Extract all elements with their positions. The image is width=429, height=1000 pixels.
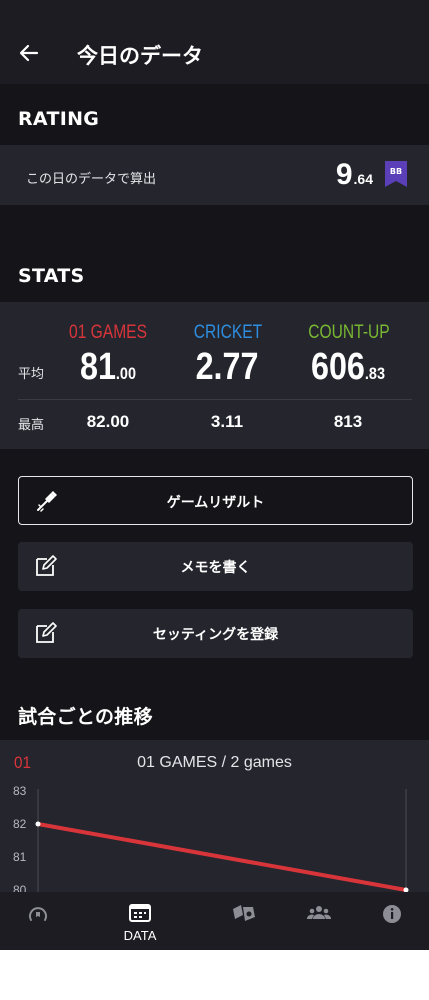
nav-data-label: DATA bbox=[123, 928, 157, 943]
y-tick-label: 83 bbox=[13, 784, 27, 798]
avg-dec-01-games: .00 bbox=[115, 364, 137, 383]
max-value-cricket: 3.11 bbox=[210, 412, 244, 431]
data-calendar-icon bbox=[129, 904, 151, 922]
rating-section-title: RATING bbox=[18, 108, 100, 130]
flag-badge: BB bbox=[385, 161, 407, 187]
game-result-label: ゲームリザルト bbox=[166, 495, 265, 511]
write-memo-button[interactable]: メモを書く bbox=[18, 542, 413, 591]
avg-int-cricket: 2.77 bbox=[195, 346, 259, 388]
rating-value: 9.64 bbox=[336, 158, 373, 192]
nav-award[interactable] bbox=[207, 892, 277, 950]
stats-header-count-up: COUNT-UP bbox=[308, 322, 390, 343]
chart-title: 01 GAMES / 2 games bbox=[137, 754, 292, 771]
y-tick-label: 80 bbox=[13, 883, 27, 892]
stats-header-01-games: 01 GAMES bbox=[69, 322, 147, 343]
rating-gauge-icon bbox=[29, 907, 47, 921]
award-icon bbox=[233, 905, 255, 921]
stats-section-title: STATS bbox=[18, 265, 85, 287]
rating-label: この日のデータで算出 bbox=[26, 172, 157, 187]
app-header: 今日のデータ bbox=[0, 0, 429, 84]
friends-icon bbox=[307, 906, 331, 919]
info-icon bbox=[383, 905, 401, 923]
avg-int-count-up: 606 bbox=[310, 346, 365, 388]
avg-value-01-games: 81.00 bbox=[53, 346, 164, 389]
register-setting-label: セッティングを登録 bbox=[152, 627, 279, 643]
flag-label: BB bbox=[389, 167, 403, 176]
series-line bbox=[37, 822, 407, 892]
avg-dec-count-up: .83 bbox=[364, 364, 385, 383]
stats-panel: 01 GAMES CRICKET COUNT-UP 平均 81.00 2.77 … bbox=[0, 302, 429, 449]
avg-int-01-games: 81 bbox=[79, 346, 116, 388]
trend-chart-panel: 83 82 81 80 01 01 GAMES / 2 games bbox=[0, 740, 429, 892]
bottom-nav: DATA bbox=[0, 892, 429, 950]
avg-row-label: 平均 bbox=[18, 367, 45, 382]
rating-row: この日のデータで算出 9.64 BB bbox=[0, 145, 429, 205]
avg-value-cricket: 2.77 bbox=[172, 346, 283, 389]
back-arrow-icon[interactable] bbox=[18, 42, 40, 64]
register-setting-button[interactable]: セッティングを登録 bbox=[18, 609, 413, 658]
nav-rating[interactable] bbox=[3, 892, 73, 950]
trend-section-title: 試合ごとの推移 bbox=[18, 706, 153, 728]
y-tick-label: 81 bbox=[13, 850, 27, 864]
game-result-button[interactable]: ゲームリザルト bbox=[18, 476, 413, 525]
stats-header-cricket: CRICKET bbox=[193, 322, 263, 343]
max-value-01-games: 82.00 bbox=[86, 412, 130, 431]
write-memo-label: メモを書く bbox=[180, 560, 251, 576]
max-row-label: 最高 bbox=[18, 418, 45, 433]
app-screen: 今日のデータ RATING この日のデータで算出 9.64 BB STATS 0… bbox=[0, 0, 429, 950]
avg-value-count-up: 606.83 bbox=[293, 346, 404, 389]
page-title: 今日のデータ bbox=[77, 44, 203, 68]
nav-info[interactable] bbox=[357, 892, 427, 950]
rating-value-dec: .64 bbox=[353, 171, 373, 187]
data-point[interactable] bbox=[35, 821, 41, 827]
y-tick-label: 82 bbox=[13, 817, 27, 831]
max-value-count-up: 813 bbox=[333, 412, 363, 431]
nav-data[interactable]: DATA bbox=[105, 892, 175, 950]
nav-friends[interactable] bbox=[283, 892, 353, 950]
stats-divider bbox=[18, 399, 412, 400]
rating-value-int: 9 bbox=[335, 158, 353, 191]
